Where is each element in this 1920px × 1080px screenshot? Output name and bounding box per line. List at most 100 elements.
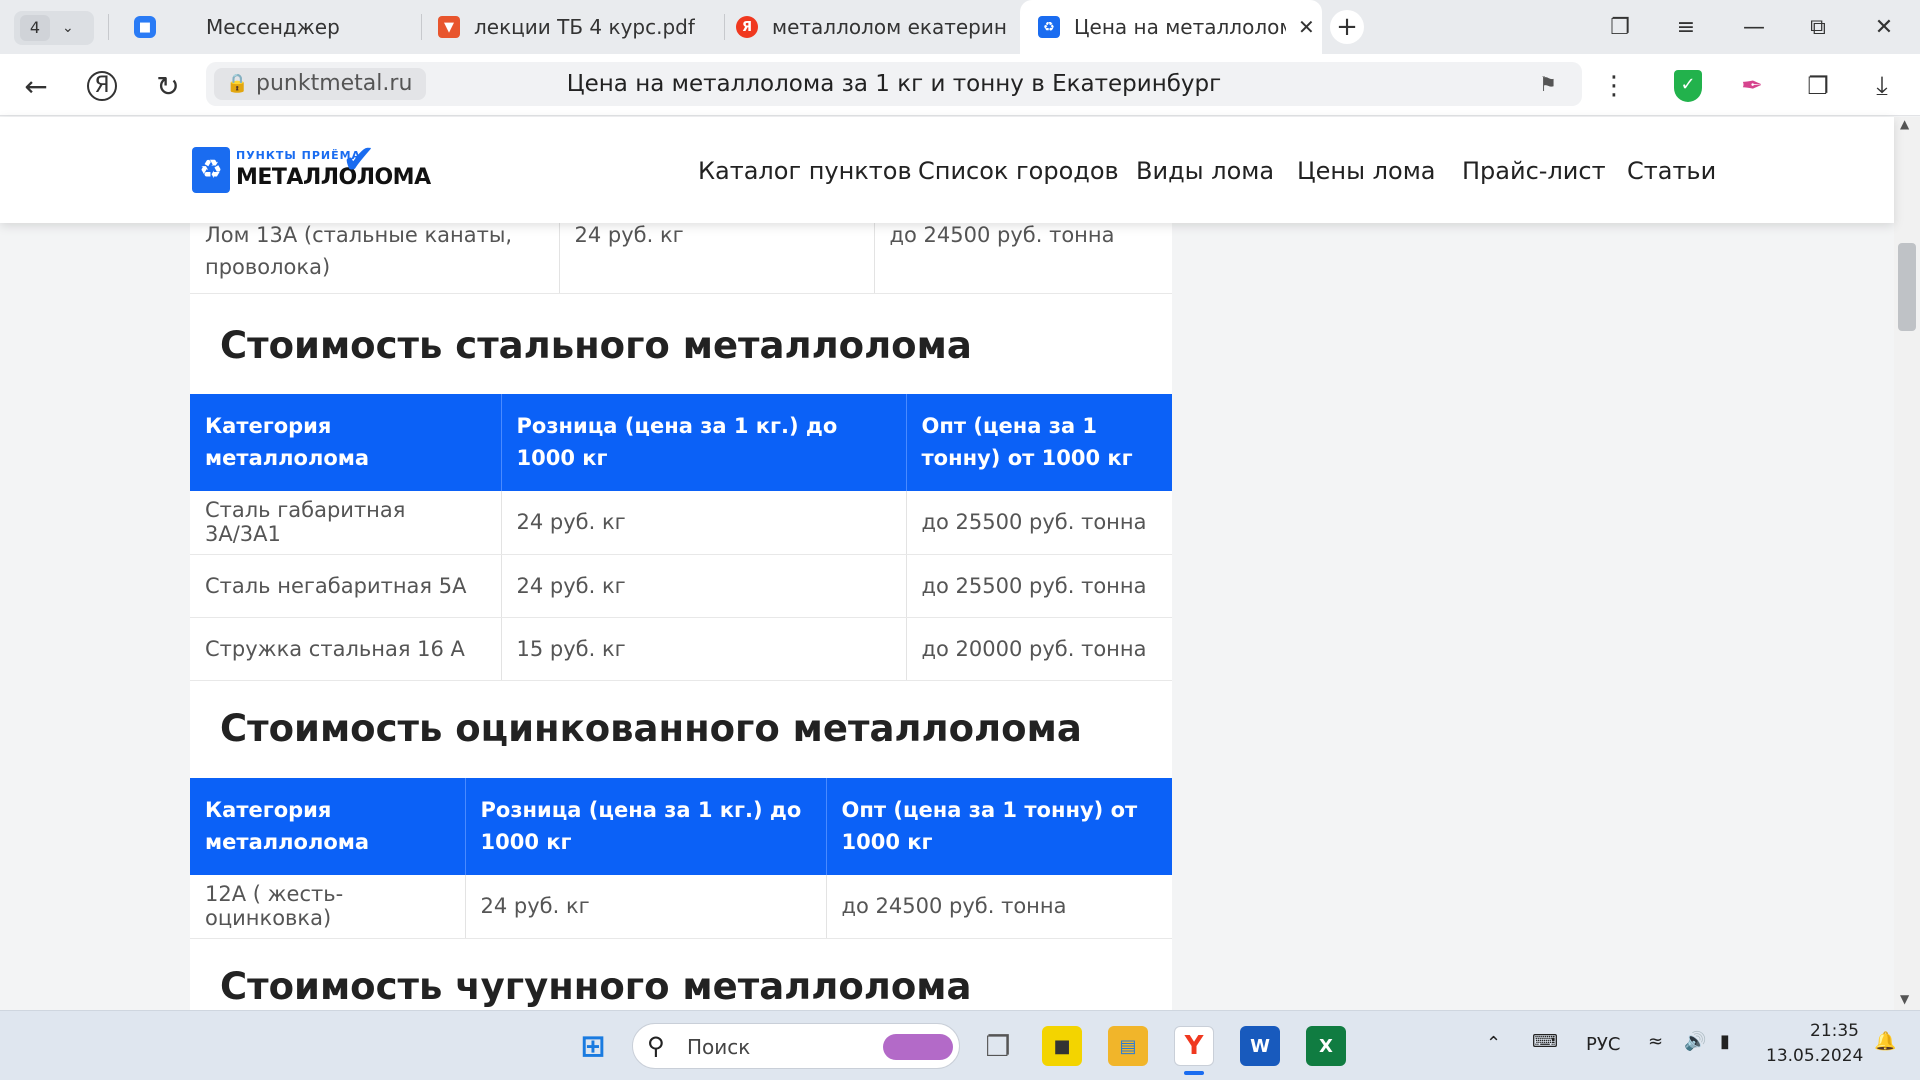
nav-catalog[interactable]: Каталог пунктов: [698, 157, 912, 185]
download-icon[interactable]: ⤓: [1862, 66, 1902, 106]
site-favicon-icon: ♻: [1038, 16, 1060, 38]
address-bar: ← Я ↻ 🔒 punktmetal.ru Цена на металлолом…: [0, 54, 1920, 116]
url-field[interactable]: 🔒 punktmetal.ru Цена на металлолома за 1…: [206, 62, 1582, 106]
restore-icon[interactable]: ⧉: [1788, 0, 1848, 54]
nav-articles[interactable]: Статьи: [1627, 157, 1716, 185]
word-icon[interactable]: W: [1240, 1026, 1280, 1066]
tab-count-badge: 4: [20, 15, 50, 41]
menu-icon[interactable]: ≡: [1656, 0, 1716, 54]
nav-prices[interactable]: Цены лома: [1297, 157, 1436, 185]
scroll-up-icon[interactable]: ▲: [1900, 117, 1909, 131]
table-cell: 24 руб. кг: [559, 223, 875, 294]
column-header: Розница (цена за 1 кг.) до 1000 кг: [501, 394, 907, 491]
page-title: Цена на металлолома за 1 кг и тонну в Ек…: [566, 71, 1222, 97]
table-cell: до 20000 руб. тонна: [906, 617, 1172, 681]
collections-icon[interactable]: ❐: [1798, 66, 1838, 106]
tab-label: Мессенджер: [206, 15, 340, 39]
clock-date[interactable]: 13.05.2024: [1766, 1046, 1863, 1066]
table-cell: 15 руб. кг: [501, 617, 907, 681]
table-cell: 24 руб. кг: [501, 554, 907, 618]
table-cell: до 25500 руб. тонна: [906, 491, 1172, 555]
section-title-steel: Стоимость стального металлолома: [220, 324, 972, 367]
wifi-icon[interactable]: ≈: [1648, 1031, 1663, 1052]
search-placeholder: Поиск: [687, 1035, 751, 1059]
cell-text: до 24500 руб. тонна: [889, 223, 1115, 247]
windows-start-icon[interactable]: ⊞: [573, 1026, 613, 1066]
tab-active[interactable]: ♻ Цена на металлолома за 1 кг и тонну ✕: [1020, 0, 1322, 54]
table-cell: 12А ( жесть-оцинковка): [190, 875, 466, 939]
taskbar-search[interactable]: ⚲ Поиск: [632, 1023, 960, 1069]
back-icon[interactable]: ←: [16, 66, 56, 106]
sticky-notes-icon[interactable]: ■: [1042, 1026, 1082, 1066]
bookmarks-panel-icon[interactable]: ❐: [1590, 0, 1650, 54]
language-indicator[interactable]: РУС: [1586, 1034, 1620, 1055]
tab-messenger[interactable]: ■ Мессенджер: [134, 0, 414, 54]
previous-table: Лом 13А (стальные канаты, проволока) 24 …: [190, 223, 1172, 294]
table-cell: 24 руб. кг: [501, 491, 907, 555]
scroll-down-icon[interactable]: ▼: [1900, 992, 1909, 1006]
table-row: Сталь негабаритная 5А 24 руб. кг до 2550…: [190, 554, 1172, 618]
battery-icon[interactable]: ▮: [1720, 1031, 1730, 1052]
site-logo[interactable]: ♻ ПУНКТЫ ПРИЁМА МЕТАЛЛОЛОМА ✔: [192, 137, 431, 197]
excel-icon[interactable]: X: [1306, 1026, 1346, 1066]
yandex-browser-icon[interactable]: Y: [1174, 1026, 1214, 1066]
active-app-indicator: [1184, 1071, 1204, 1075]
nav-price-list[interactable]: Прайс-лист: [1462, 157, 1606, 185]
table-row: 12А ( жесть-оцинковка) 24 руб. кг до 245…: [190, 875, 1172, 939]
nav-scrap-types[interactable]: Виды лома: [1136, 157, 1274, 185]
yandex-home-icon[interactable]: Я: [82, 66, 122, 106]
table-row: Лом 13А (стальные канаты, проволока) 24 …: [190, 223, 1172, 294]
search-highlight-icon: [883, 1034, 953, 1060]
column-header: Категория металлолома: [190, 778, 466, 875]
table-cell: Лом 13А (стальные канаты, проволока): [190, 223, 560, 294]
table-cell: до 24500 руб. тонна: [826, 875, 1172, 939]
cell-text: 24 руб. кг: [574, 223, 684, 247]
bookmark-icon[interactable]: ⚑: [1532, 68, 1564, 100]
table-header-row: Категория металлолома Розница (цена за 1…: [190, 778, 1172, 875]
keyboard-icon[interactable]: ⌨: [1532, 1031, 1558, 1052]
table-cell: до 25500 руб. тонна: [906, 554, 1172, 618]
close-window-icon[interactable]: ✕: [1854, 0, 1914, 54]
table-row: Сталь габаритная 3А/3А1 24 руб. кг до 25…: [190, 491, 1172, 555]
pen-icon[interactable]: ✒: [1732, 66, 1772, 106]
more-icon[interactable]: ⋮: [1594, 66, 1634, 106]
scroll-thumb[interactable]: [1898, 243, 1916, 331]
tab-yandex-search[interactable]: Я металлолом екатеринбург: [736, 0, 1006, 54]
section-title-cast-iron: Стоимость чугунного металлолома: [220, 965, 972, 1008]
task-view-icon[interactable]: ❐: [978, 1026, 1018, 1066]
table-cell: Стружка стальная 16 А: [190, 617, 502, 681]
yandex-icon: Я: [736, 16, 758, 38]
tray-chevron-icon[interactable]: ⌃: [1486, 1033, 1501, 1054]
close-icon[interactable]: ✕: [1298, 15, 1315, 39]
column-header: Категория металлолома: [190, 394, 502, 491]
table-header-row: Категория металлолома Розница (цена за 1…: [190, 394, 1172, 491]
search-icon: ⚲: [647, 1032, 665, 1060]
file-explorer-icon[interactable]: ▤: [1108, 1026, 1148, 1066]
cell-text: Лом 13А (стальные канаты, проволока): [205, 223, 513, 279]
price-content: Лом 13А (стальные канаты, проволока) 24 …: [190, 223, 1172, 1010]
site-header: ♻ ПУНКТЫ ПРИЁМА МЕТАЛЛОЛОМА ✔ Каталог пу…: [0, 117, 1894, 223]
tab-separator: [108, 14, 109, 40]
column-header: Опт (цена за 1 тонну) от 1000 кг: [826, 778, 1172, 875]
table-cell: до 24500 руб. тонна: [874, 223, 1172, 294]
clock-time[interactable]: 21:35: [1810, 1021, 1859, 1041]
table-cell: Сталь габаритная 3А/3А1: [190, 491, 502, 555]
nav-cities[interactable]: Список городов: [918, 157, 1119, 185]
tab-count-button[interactable]: 4 ⌄: [14, 11, 94, 45]
tab-separator: [421, 14, 422, 40]
tab-pdf[interactable]: ▼ лекции ТБ 4 курс.pdf: [438, 0, 718, 54]
protect-shield-icon[interactable]: ✓: [1666, 64, 1710, 108]
checkmark-icon: ✔: [342, 137, 376, 183]
new-tab-button[interactable]: +: [1330, 10, 1364, 44]
page-scrollbar[interactable]: ▲ ▼: [1894, 117, 1920, 1010]
tab-label: лекции ТБ 4 курс.pdf: [474, 15, 695, 39]
galvanized-price-table: Категория металлолома Розница (цена за 1…: [190, 778, 1172, 939]
chevron-down-icon: ⌄: [62, 20, 74, 36]
volume-icon[interactable]: 🔊: [1684, 1031, 1706, 1052]
notifications-icon[interactable]: 🔔: [1874, 1031, 1896, 1052]
reload-icon[interactable]: ↻: [148, 66, 188, 106]
column-header: Опт (цена за 1 тонну) от 1000 кг: [906, 394, 1172, 491]
minimize-icon[interactable]: —: [1724, 0, 1784, 54]
tab-label: Цена на металлолома за 1 кг и тонну: [1074, 15, 1286, 39]
tab-strip: 4 ⌄ ■ Мессенджер ▼ лекции ТБ 4 курс.pdf …: [0, 0, 1920, 54]
